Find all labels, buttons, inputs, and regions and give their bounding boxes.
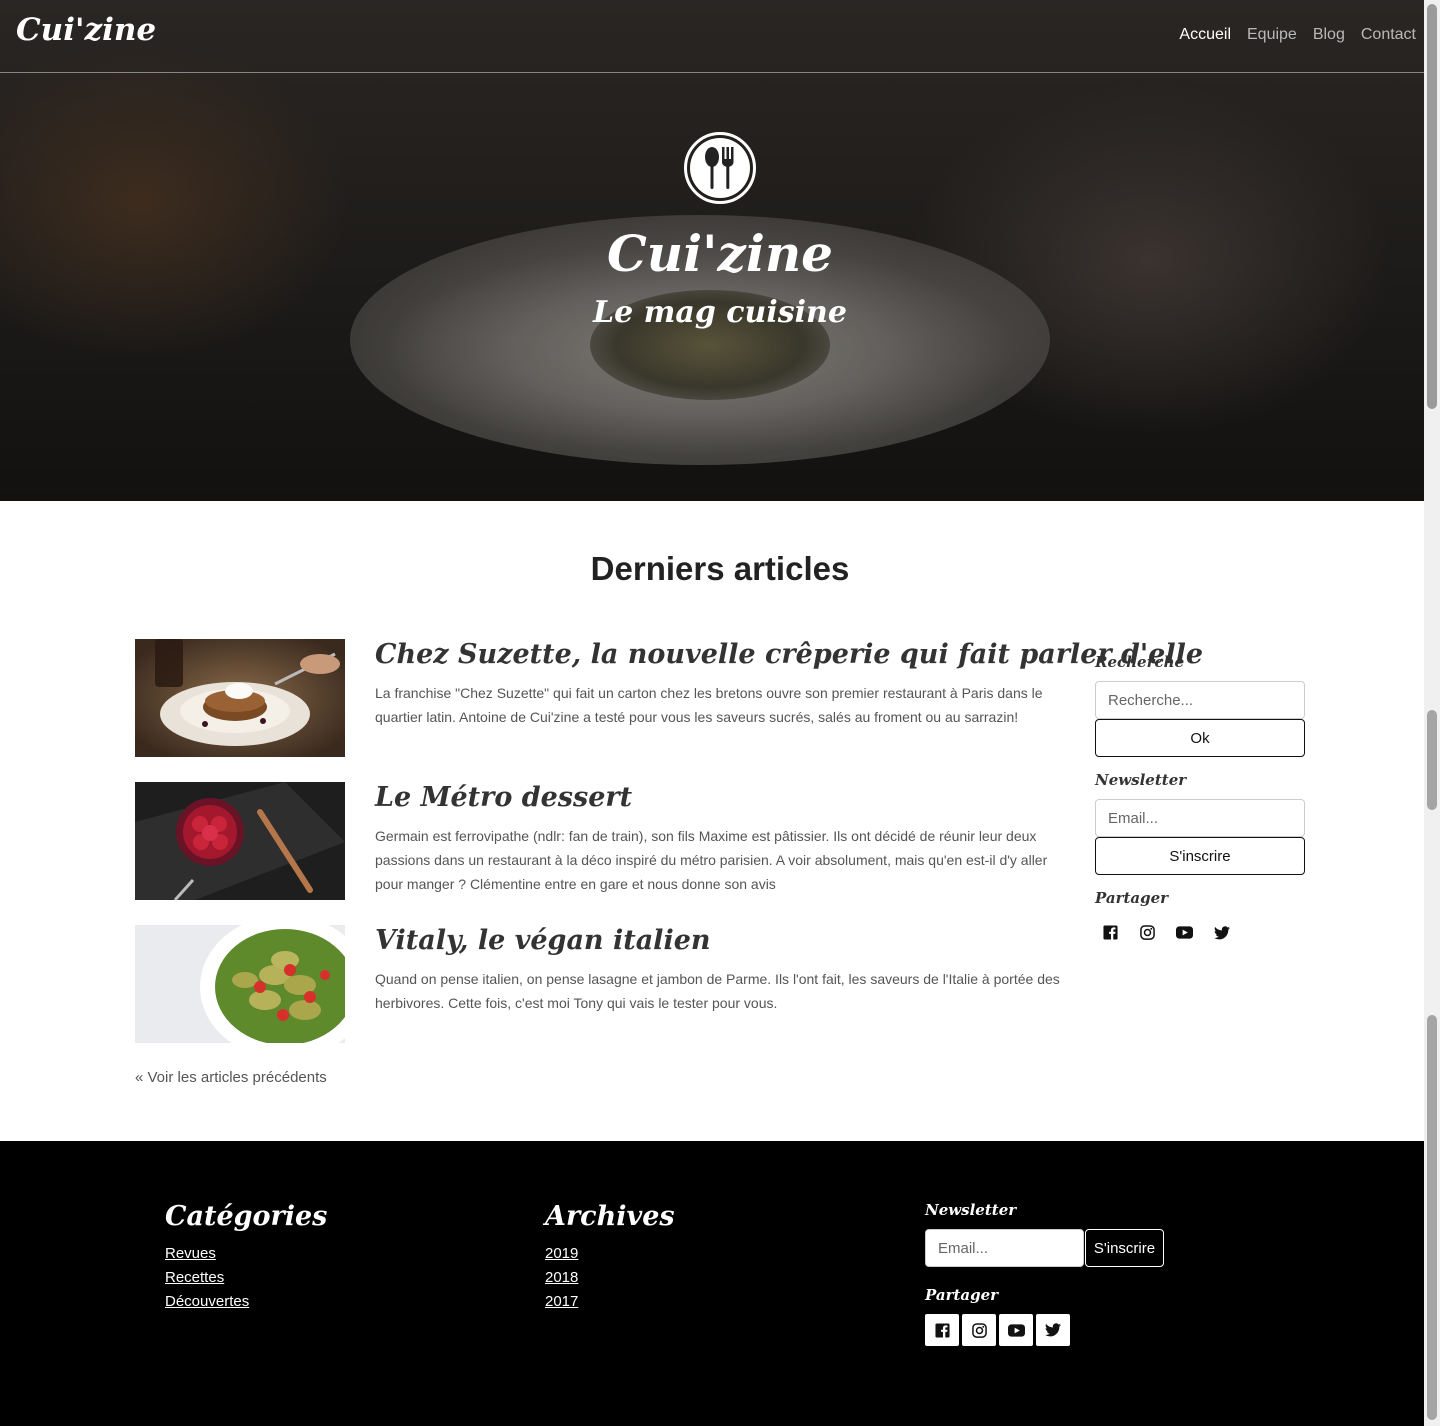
- navbar: Cui'zine Accueil Equipe Blog Contact: [0, 0, 1424, 73]
- share-label: Partager: [1095, 889, 1169, 907]
- article-title[interactable]: Vitaly, le végan italien: [375, 925, 711, 956]
- search-button[interactable]: Ok: [1095, 719, 1305, 757]
- footer-email-input[interactable]: [925, 1229, 1084, 1267]
- hero-subtitle: Le mag cuisine: [593, 295, 847, 330]
- footer-share-label: Partager: [925, 1286, 999, 1304]
- hero-title: Cui'zine: [606, 224, 833, 283]
- newsletter-email-input[interactable]: [1095, 799, 1305, 837]
- main-nav: Accueil Equipe Blog Contact: [1179, 26, 1416, 44]
- footer-share-icons: [925, 1314, 1070, 1346]
- twitter-icon[interactable]: [1213, 924, 1230, 941]
- nav-item-blog[interactable]: Blog: [1313, 26, 1345, 44]
- footer-archive-link[interactable]: 2017: [545, 1293, 578, 1310]
- instagram-icon[interactable]: [1139, 924, 1156, 941]
- brand-logo[interactable]: Cui'zine: [16, 12, 156, 48]
- scrollbar-thumb-secondary: [1427, 710, 1437, 810]
- share-icons: [1102, 924, 1230, 941]
- article-item[interactable]: Chez Suzette, la nouvelle crêperie qui f…: [135, 639, 1203, 757]
- youtube-icon[interactable]: [1176, 924, 1193, 941]
- footer: Catégories Revues Recettes Découvertes A…: [0, 1141, 1424, 1426]
- instagram-icon[interactable]: [962, 1314, 996, 1346]
- nav-item-contact[interactable]: Contact: [1361, 26, 1416, 44]
- scrollbar-thumb-tertiary: [1427, 1015, 1437, 1420]
- previous-articles-link[interactable]: « Voir les articles précédents: [135, 1069, 327, 1086]
- search-input[interactable]: [1095, 681, 1305, 719]
- article-image-dessert[interactable]: [135, 782, 345, 900]
- article-title[interactable]: Chez Suzette, la nouvelle crêperie qui f…: [375, 639, 1203, 670]
- article-excerpt: Germain est ferrovipathe (ndlr: fan de t…: [375, 828, 1048, 892]
- footer-archive-link[interactable]: 2018: [545, 1269, 578, 1286]
- facebook-icon[interactable]: [1102, 924, 1119, 941]
- article-item[interactable]: Le Métro dessert Germain est ferrovipath…: [135, 782, 1065, 900]
- article-image-crepes[interactable]: [135, 639, 345, 757]
- footer-archives-title: Archives: [545, 1201, 675, 1232]
- subscribe-button[interactable]: S'inscrire: [1095, 837, 1305, 875]
- footer-category-link[interactable]: Recettes: [165, 1269, 224, 1286]
- spoon-fork-icon: [684, 132, 756, 204]
- article-image-pasta[interactable]: [135, 925, 345, 1043]
- article-title[interactable]: Le Métro dessert: [375, 782, 632, 813]
- page-scrollbar[interactable]: [1424, 0, 1440, 1426]
- footer-archive-link[interactable]: 2019: [545, 1245, 578, 1262]
- search-label: Recherche: [1095, 653, 1185, 671]
- facebook-icon[interactable]: [925, 1314, 959, 1346]
- footer-subscribe-button[interactable]: S'inscrire: [1085, 1229, 1164, 1267]
- youtube-icon[interactable]: [999, 1314, 1033, 1346]
- scrollbar-thumb[interactable]: [1427, 4, 1437, 409]
- hero-banner: Cui'zine Accueil Equipe Blog Contact Cui…: [0, 0, 1424, 501]
- nav-item-equipe[interactable]: Equipe: [1247, 26, 1297, 44]
- section-title: Derniers articles: [590, 550, 850, 587]
- article-excerpt: Quand on pense italien, on pense lasagne…: [375, 971, 1060, 1011]
- article-excerpt: La franchise "Chez Suzette" qui fait un …: [375, 685, 1043, 725]
- footer-category-link[interactable]: Découvertes: [165, 1293, 249, 1310]
- twitter-icon[interactable]: [1036, 1314, 1070, 1346]
- newsletter-label: Newsletter: [1095, 771, 1187, 789]
- footer-category-link[interactable]: Revues: [165, 1245, 216, 1262]
- nav-item-accueil[interactable]: Accueil: [1179, 26, 1231, 44]
- article-item[interactable]: Vitaly, le végan italien Quand on pense …: [135, 925, 1065, 1043]
- footer-categories-title: Catégories: [165, 1201, 328, 1232]
- footer-newsletter-label: Newsletter: [925, 1201, 1017, 1219]
